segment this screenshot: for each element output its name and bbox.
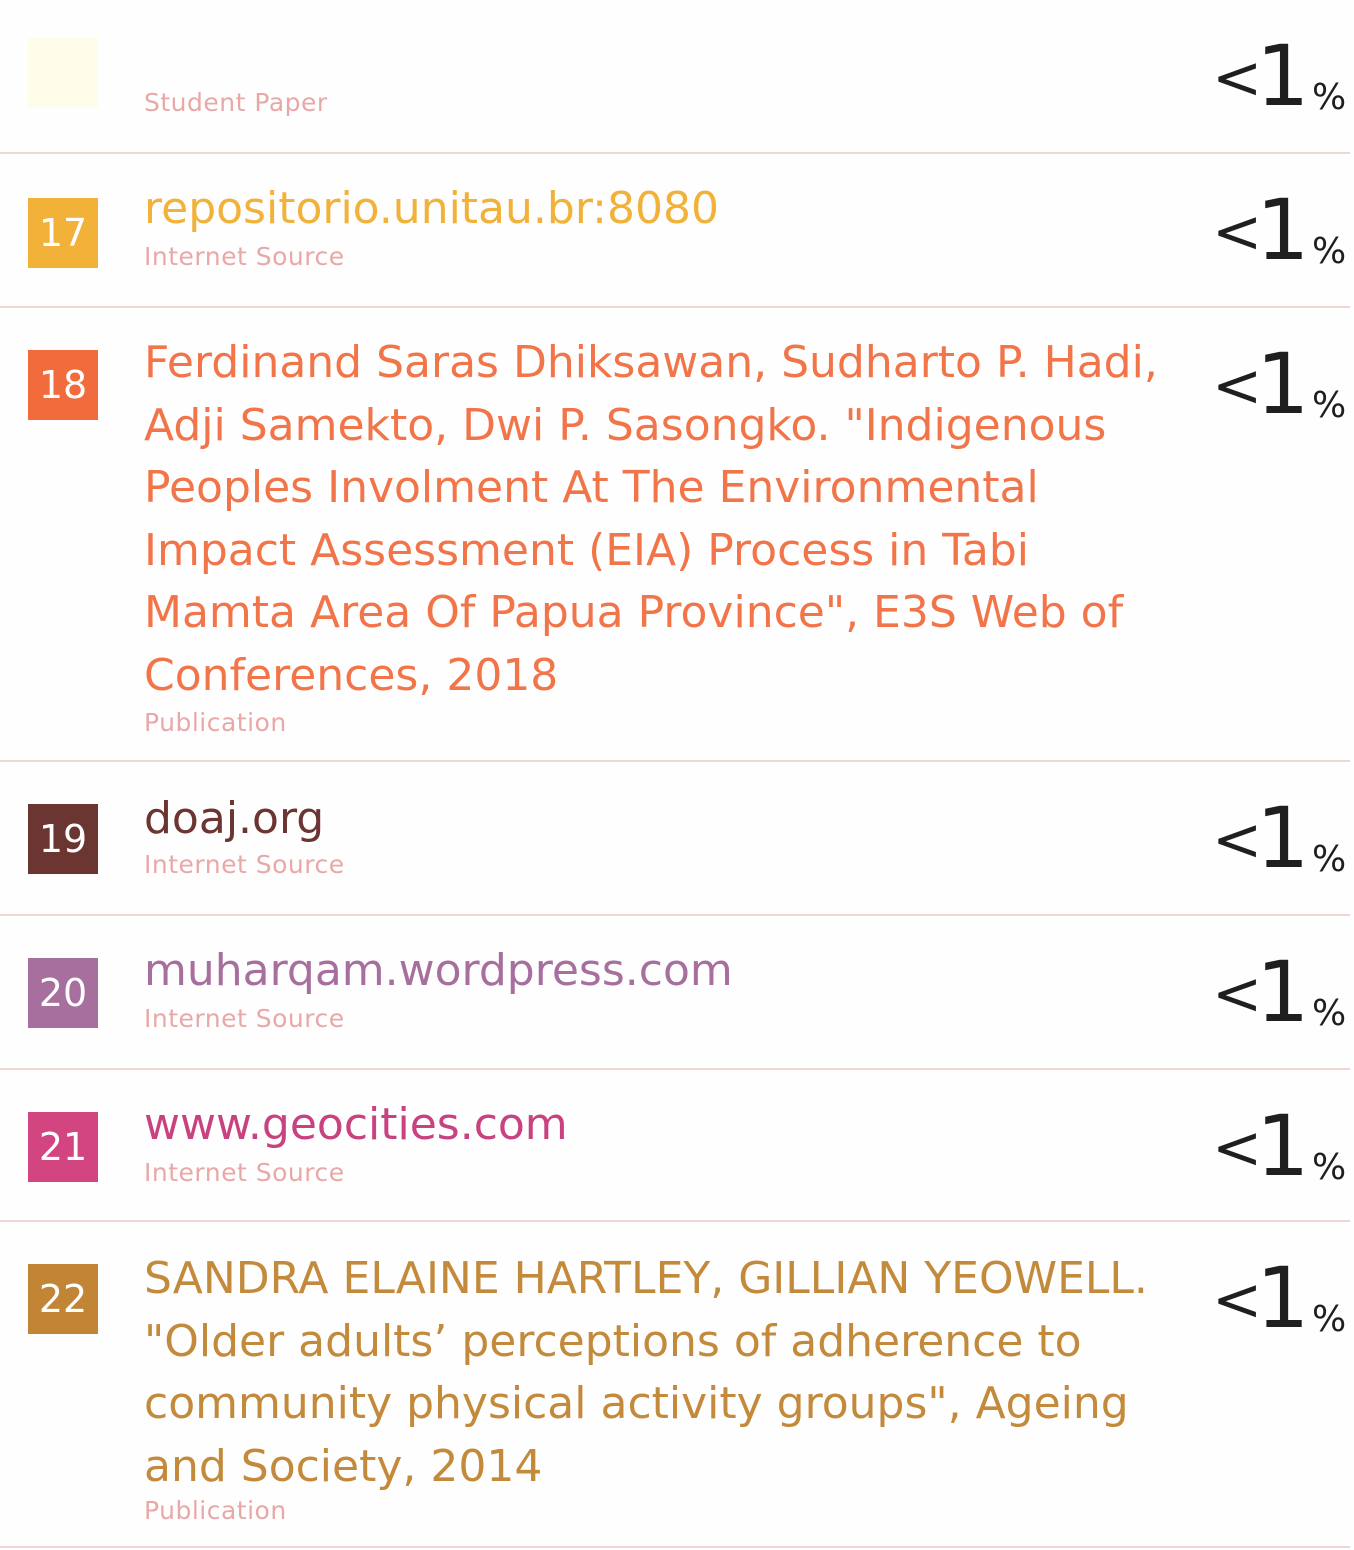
similarity-percentage: < 1 % xyxy=(1212,943,1352,1042)
similarity-percentage: < 1 % xyxy=(1212,789,1352,888)
source-number-badge: 22 xyxy=(28,1264,98,1334)
title-line: muharqam.wordpress.com xyxy=(144,945,733,996)
percent-prefix: < xyxy=(1212,1113,1263,1183)
source-row: 17 repositorio.unitau.br:8080 Internet S… xyxy=(0,154,1350,308)
percent-value: 1 xyxy=(1256,335,1310,433)
source-type-label: Internet Source xyxy=(144,1004,345,1033)
source-type-label: Publication xyxy=(144,708,287,737)
source-number-badge: 21 xyxy=(28,1112,98,1182)
source-number-badge xyxy=(28,38,98,108)
title-line: Conferences, 2018 xyxy=(144,649,559,701)
source-type-label: Internet Source xyxy=(144,242,345,271)
percent-unit: % xyxy=(1312,839,1347,880)
percent-unit: % xyxy=(1312,993,1347,1034)
percent-value: 1 xyxy=(1256,1249,1310,1347)
title-line: community physical activity groups", Age… xyxy=(144,1378,1129,1429)
title-line: "Older adults’ perceptions of adherence … xyxy=(144,1315,1082,1367)
percent-prefix: < xyxy=(1212,805,1263,875)
title-line: Peoples Involment At The Environmental xyxy=(144,462,1039,513)
title-line: www.geocities.com xyxy=(144,1099,568,1150)
percent-prefix: < xyxy=(1212,959,1263,1029)
percent-prefix: < xyxy=(1212,197,1263,267)
percent-value: 1 xyxy=(1256,1097,1310,1195)
percent-unit: % xyxy=(1312,77,1347,118)
percent-value: 1 xyxy=(1256,943,1310,1041)
source-title[interactable]: www.geocities.com xyxy=(144,1094,1174,1157)
percent-prefix: < xyxy=(1212,351,1263,421)
source-title[interactable]: doaj.org xyxy=(144,788,1174,851)
source-number-badge: 19 xyxy=(28,804,98,874)
source-row: 22 SANDRA ELAINE HARTLEY, GILLIAN YEOWEL… xyxy=(0,1222,1350,1548)
source-type-label: Internet Source xyxy=(144,1158,345,1187)
source-title[interactable]: SANDRA ELAINE HARTLEY, GILLIAN YEOWELL. … xyxy=(144,1248,1174,1498)
source-title[interactable]: Ferdinand Saras Dhiksawan, Sudharto P. H… xyxy=(144,332,1174,707)
percent-unit: % xyxy=(1312,385,1347,426)
similarity-percentage: < 1 % xyxy=(1212,1097,1352,1196)
percent-unit: % xyxy=(1312,231,1347,272)
source-title[interactable]: muharqam.wordpress.com xyxy=(144,940,1174,1003)
percent-value: 1 xyxy=(1256,789,1310,887)
title-line: doaj.org xyxy=(144,793,325,844)
source-row: 21 www.geocities.com Internet Source < 1… xyxy=(0,1070,1350,1222)
title-line: Mamta Area Of Papua Province", E3S Web o… xyxy=(144,587,1124,638)
percent-unit: % xyxy=(1312,1147,1347,1188)
similarity-percentage: < 1 % xyxy=(1212,1249,1352,1348)
percent-unit: % xyxy=(1312,1299,1347,1340)
source-row: 20 muharqam.wordpress.com Internet Sourc… xyxy=(0,916,1350,1070)
similarity-percentage: < 1 % xyxy=(1212,335,1352,434)
source-type-label: Internet Source xyxy=(144,850,345,879)
source-number-badge: 20 xyxy=(28,958,98,1028)
percent-value: 1 xyxy=(1256,181,1310,279)
percent-prefix: < xyxy=(1212,1265,1263,1335)
source-row: 18 Ferdinand Saras Dhiksawan, Sudharto P… xyxy=(0,308,1350,762)
source-number-badge: 17 xyxy=(28,198,98,268)
title-line: repositorio.unitau.br:8080 xyxy=(144,183,719,234)
similarity-percentage: < 1 % xyxy=(1212,181,1352,280)
source-type-label: Publication xyxy=(144,1496,287,1525)
match-source-list: Student Paper < 1 % 17 repositorio.unita… xyxy=(0,0,1354,1550)
title-line: Impact Assessment (EIA) Process in Tabi xyxy=(144,524,1029,576)
similarity-percentage: < 1 % xyxy=(1212,27,1352,126)
title-line: Adji Samekto, Dwi P. Sasongko. "Indigeno… xyxy=(144,399,1107,451)
title-line: SANDRA ELAINE HARTLEY, GILLIAN YEOWELL. xyxy=(144,1253,1148,1304)
title-line: and Society, 2014 xyxy=(144,1440,543,1492)
title-line: Ferdinand Saras Dhiksawan, Sudharto P. H… xyxy=(144,337,1158,388)
source-row: Student Paper < 1 % xyxy=(0,0,1350,154)
source-number-badge: 18 xyxy=(28,350,98,420)
source-title[interactable]: repositorio.unitau.br:8080 xyxy=(144,178,1174,241)
source-row: 19 doaj.org Internet Source < 1 % xyxy=(0,762,1350,916)
percent-prefix: < xyxy=(1212,43,1263,113)
source-type-label: Student Paper xyxy=(144,88,328,117)
percent-value: 1 xyxy=(1256,27,1310,125)
